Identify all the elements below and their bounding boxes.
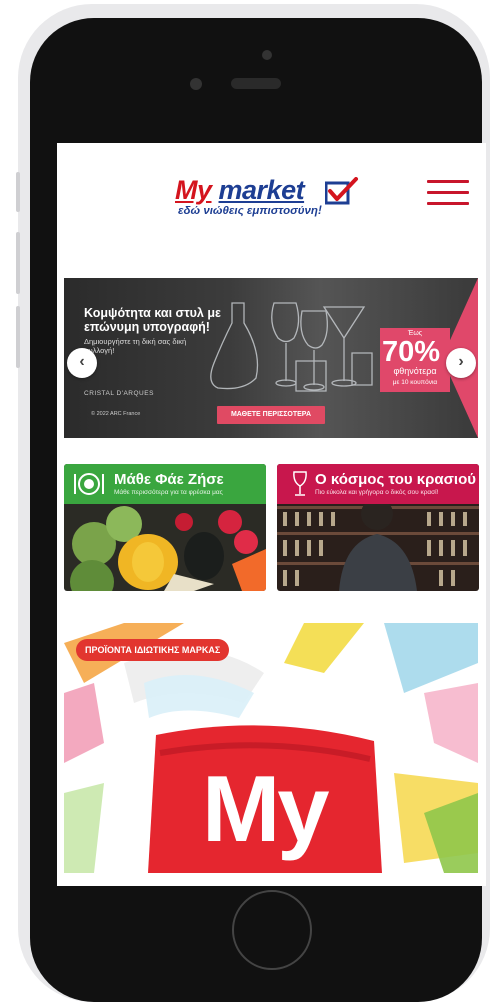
carousel-next-button[interactable]: › xyxy=(446,348,476,378)
logo-market-text: market xyxy=(218,175,305,205)
tile-mathe-fae-zise[interactable]: Μάθε Φάε Ζήσε Μάθε περισσότερα για τα φρ… xyxy=(64,464,266,591)
plate-icon xyxy=(74,473,104,495)
site-header: My market εδώ νιώθεις εμπιστοσύνη! xyxy=(57,143,486,273)
hero-copyright: © 2022 ARC France xyxy=(91,411,141,417)
volume-up-button xyxy=(16,232,20,294)
learn-more-button[interactable]: ΜΑΘΕΤΕ ΠΕΡΙΣΣΟΤΕΡΑ xyxy=(217,406,325,424)
private-label-pill[interactable]: ΠΡΟΪΟΝΤΑ ΙΔΙΩΤΙΚΗΣ ΜΑΡΚΑΣ xyxy=(76,639,230,661)
hamburger-menu-icon[interactable] xyxy=(427,180,469,210)
mymarket-logo[interactable]: My market εδώ νιώθεις εμπιστοσύνη! xyxy=(175,175,365,225)
hero-brand: CRISTAL D'ARQUES xyxy=(84,390,154,397)
home-button[interactable] xyxy=(232,890,312,970)
tile-wine-world[interactable]: Ο κόσμος του κρασιού Πιο εύκολα και γρήγ… xyxy=(277,464,479,591)
promo-word: φθηνότερα xyxy=(393,366,437,376)
logo-wordmark: My market xyxy=(175,175,305,206)
hero-subtitle: Δημιουργήστε τη δική σας δική συλλογή! xyxy=(84,337,187,355)
logo-my-text: My xyxy=(175,175,212,205)
tile-title: Μάθε Φάε Ζήσε xyxy=(114,471,224,488)
promo-coupons: με 10 κουπόνια xyxy=(392,379,438,386)
promo-percent: 70% xyxy=(382,336,441,368)
mute-switch xyxy=(16,172,20,212)
volume-down-button xyxy=(16,306,20,368)
front-camera xyxy=(262,50,272,60)
promo-badge: Έως 70% φθηνότερα με 10 κουπόνια xyxy=(380,328,450,392)
tile-subtitle: Πιο εύκολα και γρήγορα ο δικός σου κρασί… xyxy=(315,489,439,496)
chevron-right-icon: › xyxy=(458,353,464,370)
carousel-prev-button[interactable]: ‹ xyxy=(67,348,97,378)
hero-title: Κομψότητα και στυλ με επώνυμη υπογραφή! xyxy=(84,306,221,334)
hero-carousel[interactable]: Κομψότητα και στυλ με επώνυμη υπογραφή! … xyxy=(64,278,478,438)
checkbox-tick-icon xyxy=(325,177,358,205)
proximity-sensor xyxy=(190,78,202,90)
chevron-left-icon: ‹ xyxy=(79,353,85,370)
phone-screen: My market εδώ νιώθεις εμπιστοσύνη! Κομψό… xyxy=(57,143,486,886)
earpiece-speaker xyxy=(231,78,281,89)
my-brand-text: My xyxy=(202,756,330,861)
wine-glass-icon xyxy=(293,471,307,496)
private-label-banner[interactable]: ΠΡΟΪΟΝΤΑ ΙΔΙΩΤΙΚΗΣ ΜΑΡΚΑΣ My xyxy=(64,623,478,873)
tile-title: Ο κόσμος του κρασιού xyxy=(315,471,476,488)
tile-subtitle: Μάθε περισσότερα για τα φρέσκα μας xyxy=(114,489,223,496)
logo-tagline: εδώ νιώθεις εμπιστοσύνη! xyxy=(178,205,322,217)
